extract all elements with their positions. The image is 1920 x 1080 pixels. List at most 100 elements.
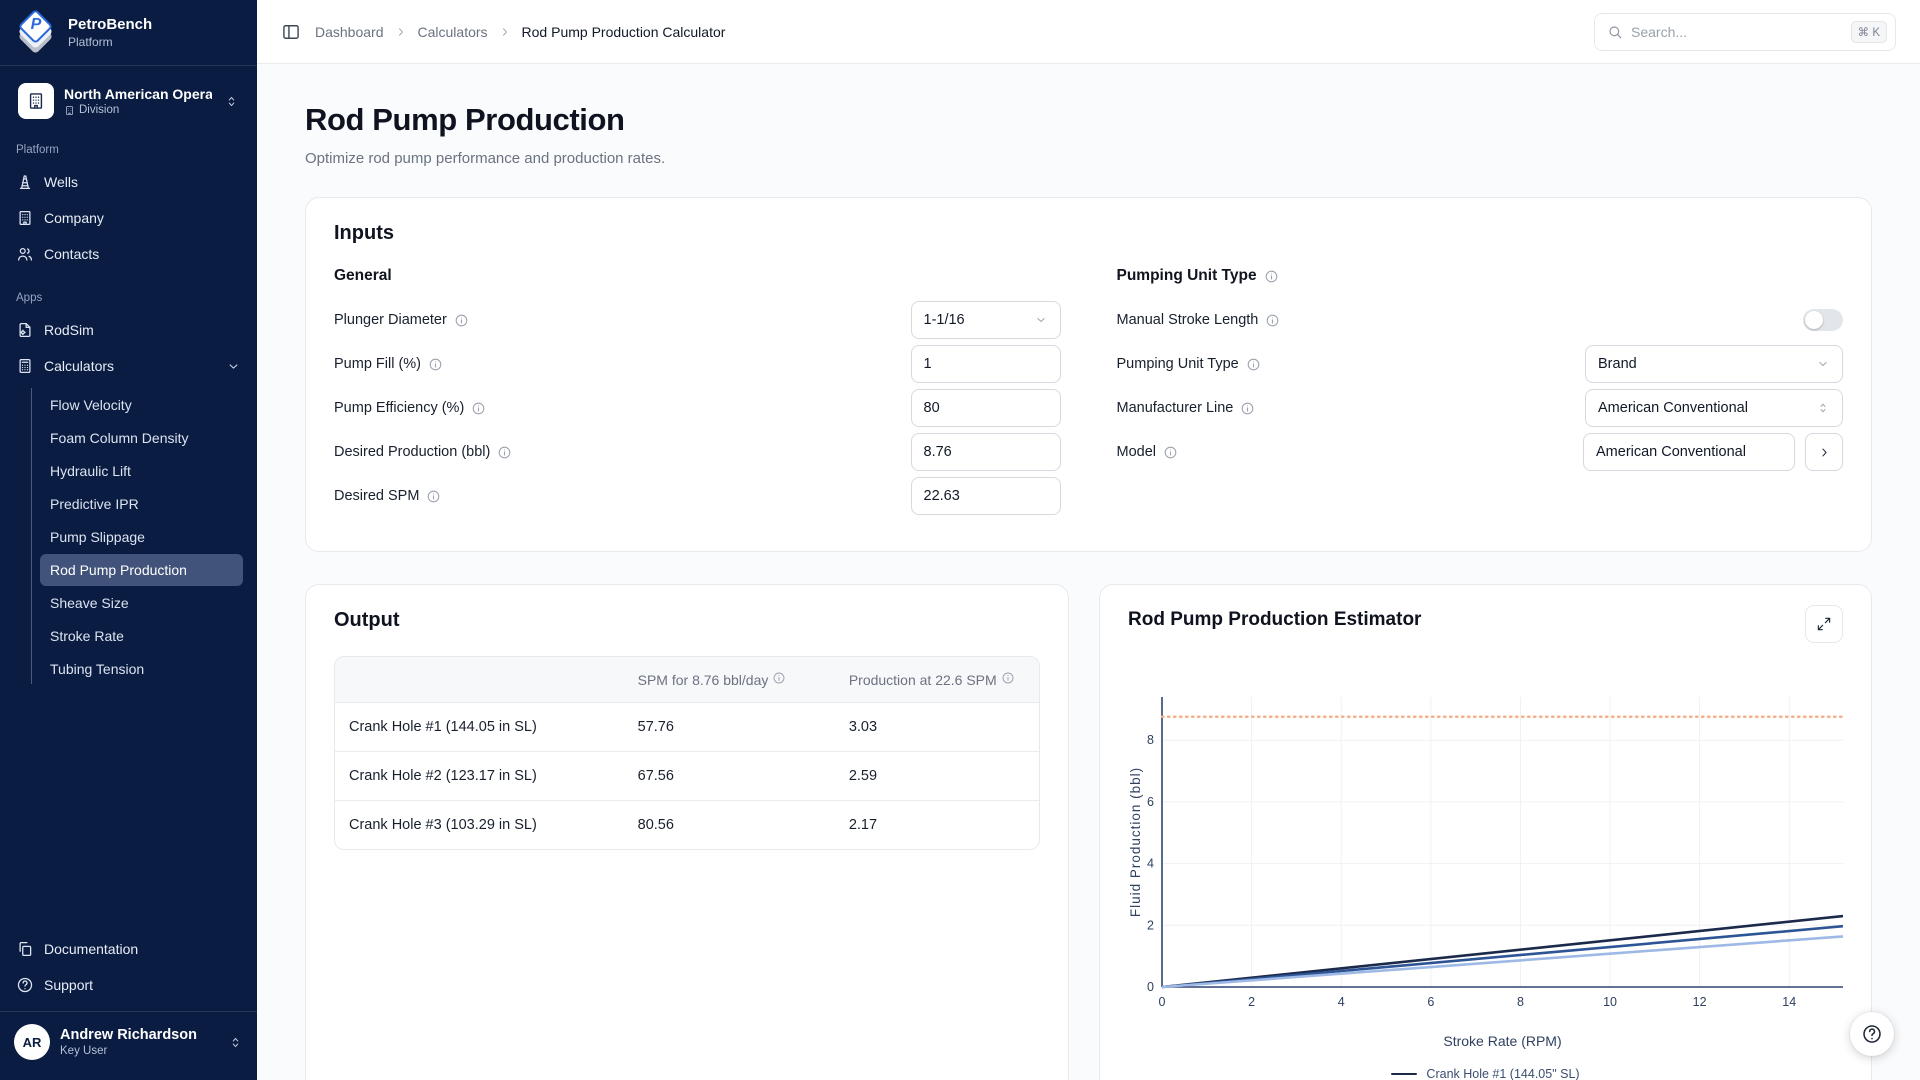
sidebar-subitem-sheave-size[interactable]: Sheave Size <box>40 587 243 619</box>
production-chart: 0246810121402468Fluid Production (bbl) <box>1128 685 1843 1017</box>
search-input[interactable] <box>1631 24 1843 40</box>
calculators-submenu: Flow Velocity Foam Column Density Hydrau… <box>0 384 257 688</box>
sidebar-subitem-pump-slippage[interactable]: Pump Slippage <box>40 521 243 553</box>
field-manufacturer-line: Manufacturer Line American Conventional <box>1117 389 1844 427</box>
inputs-title: Inputs <box>334 222 1843 245</box>
sidebar-item-contacts[interactable]: Contacts <box>0 236 257 272</box>
svg-text:6: 6 <box>1147 795 1154 809</box>
info-icon[interactable] <box>454 313 469 328</box>
desired-production-input[interactable] <box>924 444 1048 460</box>
field-pumping-unit-type: Pumping Unit Type Brand <box>1117 345 1844 383</box>
building-icon <box>16 209 34 227</box>
help-button[interactable] <box>1850 1012 1894 1056</box>
info-icon[interactable] <box>1240 401 1255 416</box>
svg-text:0: 0 <box>1147 980 1154 994</box>
general-heading: General <box>334 267 1061 285</box>
field-model: Model <box>1117 433 1844 471</box>
org-selector[interactable]: North American Opera Division <box>12 78 245 124</box>
sidebar-item-company[interactable]: Company <box>0 200 257 236</box>
pumping-unit-heading: Pumping Unit Type <box>1117 267 1844 285</box>
info-icon[interactable] <box>1264 269 1279 284</box>
sidebar-toggle-icon[interactable] <box>281 22 301 42</box>
info-icon[interactable] <box>428 357 443 372</box>
field-pump-efficiency: Pump Efficiency (%) <box>334 389 1061 427</box>
column-header-empty <box>335 657 624 703</box>
sidebar-footer: Documentation Support AR Andrew Richards… <box>0 931 257 1080</box>
svg-text:2: 2 <box>1248 995 1255 1009</box>
model-next-button[interactable] <box>1805 433 1843 471</box>
svg-text:4: 4 <box>1147 857 1154 871</box>
brand-subtitle: Platform <box>68 35 152 49</box>
table-row: Crank Hole #2 (123.17 in SL) 67.56 2.59 <box>335 752 1039 801</box>
sidebar: P PetroBench Platform North American Ope… <box>0 0 257 1080</box>
page-title: Rod Pump Production <box>305 102 1872 138</box>
field-desired-spm: Desired SPM <box>334 477 1061 515</box>
svg-text:12: 12 <box>1693 995 1707 1009</box>
manufacturer-line-select[interactable]: American Conventional <box>1585 389 1843 427</box>
field-plunger-diameter: Plunger Diameter 1-1/16 <box>334 301 1061 339</box>
calculator-icon <box>16 357 34 375</box>
sidebar-subitem-stroke-rate[interactable]: Stroke Rate <box>40 620 243 652</box>
info-icon[interactable] <box>1001 671 1015 685</box>
sidebar-item-rodsim[interactable]: RodSim <box>0 312 257 348</box>
breadcrumb-current: Rod Pump Production Calculator <box>522 24 726 40</box>
user-name: Andrew Richardson <box>60 1027 197 1043</box>
svg-text:2: 2 <box>1147 918 1154 932</box>
info-icon[interactable] <box>772 671 786 685</box>
chevrons-up-down-icon <box>1816 401 1830 415</box>
sidebar-item-calculators[interactable]: Calculators <box>0 348 257 384</box>
page-subtitle: Optimize rod pump performance and produc… <box>305 150 1872 167</box>
svg-text:Fluid Production (bbl): Fluid Production (bbl) <box>1128 767 1143 917</box>
main-area: Dashboard Calculators Rod Pump Productio… <box>257 0 1920 1080</box>
user-menu[interactable]: AR Andrew Richardson Key User <box>0 1012 257 1074</box>
maximize-icon <box>1816 616 1832 632</box>
info-icon[interactable] <box>471 401 486 416</box>
chevron-down-icon <box>226 359 241 374</box>
user-role: Key User <box>60 1045 197 1057</box>
chevron-right-icon <box>394 25 408 39</box>
breadcrumb-calculators[interactable]: Calculators <box>418 24 488 40</box>
pump-efficiency-input[interactable] <box>924 400 1048 416</box>
sidebar-subitem-foam-column-density[interactable]: Foam Column Density <box>40 422 243 454</box>
users-icon <box>16 245 34 263</box>
column-header-production: Production at 22.6 SPM <box>835 657 1039 703</box>
sidebar-item-documentation[interactable]: Documentation <box>0 931 257 967</box>
sidebar-subitem-tubing-tension[interactable]: Tubing Tension <box>40 653 243 685</box>
svg-text:8: 8 <box>1147 733 1154 747</box>
pump-fill-input[interactable] <box>924 356 1048 372</box>
info-icon[interactable] <box>1163 445 1178 460</box>
legend-item: Crank Hole #1 (144.05" SL) <box>1391 1067 1579 1080</box>
inputs-card: Inputs General Plunger Diameter 1-1/16 P… <box>305 197 1872 552</box>
copy-pages-icon <box>16 940 34 958</box>
derrick-icon <box>16 173 34 191</box>
help-circle-icon <box>16 976 34 994</box>
sidebar-item-support[interactable]: Support <box>0 967 257 1003</box>
search-icon <box>1607 24 1623 40</box>
model-input[interactable] <box>1596 444 1782 460</box>
svg-text:10: 10 <box>1603 995 1617 1009</box>
pumping-unit-type-select[interactable]: Brand <box>1585 345 1843 383</box>
breadcrumb-dashboard[interactable]: Dashboard <box>315 24 384 40</box>
help-circle-icon <box>1861 1023 1883 1045</box>
info-icon[interactable] <box>426 489 441 504</box>
chevron-down-icon <box>1034 313 1048 327</box>
info-icon[interactable] <box>1246 357 1261 372</box>
plunger-diameter-select[interactable]: 1-1/16 <box>911 301 1061 339</box>
desired-spm-input[interactable] <box>924 488 1048 504</box>
info-icon[interactable] <box>1265 313 1280 328</box>
sidebar-subitem-rod-pump-production[interactable]: Rod Pump Production <box>40 554 243 586</box>
chevrons-up-down-icon <box>228 1035 243 1050</box>
field-manual-stroke-length: Manual Stroke Length <box>1117 301 1844 339</box>
org-type: Division <box>64 104 212 116</box>
chart-legend: Crank Hole #1 (144.05" SL)Crank Hole #2 … <box>1391 1067 1579 1080</box>
sidebar-item-wells[interactable]: Wells <box>0 164 257 200</box>
field-desired-production: Desired Production (bbl) <box>334 433 1061 471</box>
search-box: ⌘ K <box>1594 13 1896 51</box>
sidebar-subitem-hydraulic-lift[interactable]: Hydraulic Lift <box>40 455 243 487</box>
manual-stroke-length-toggle[interactable] <box>1803 309 1843 331</box>
chevrons-up-down-icon <box>224 94 239 109</box>
sidebar-subitem-flow-velocity[interactable]: Flow Velocity <box>40 389 243 421</box>
info-icon[interactable] <box>497 445 512 460</box>
expand-button[interactable] <box>1805 605 1843 643</box>
sidebar-subitem-predictive-ipr[interactable]: Predictive IPR <box>40 488 243 520</box>
